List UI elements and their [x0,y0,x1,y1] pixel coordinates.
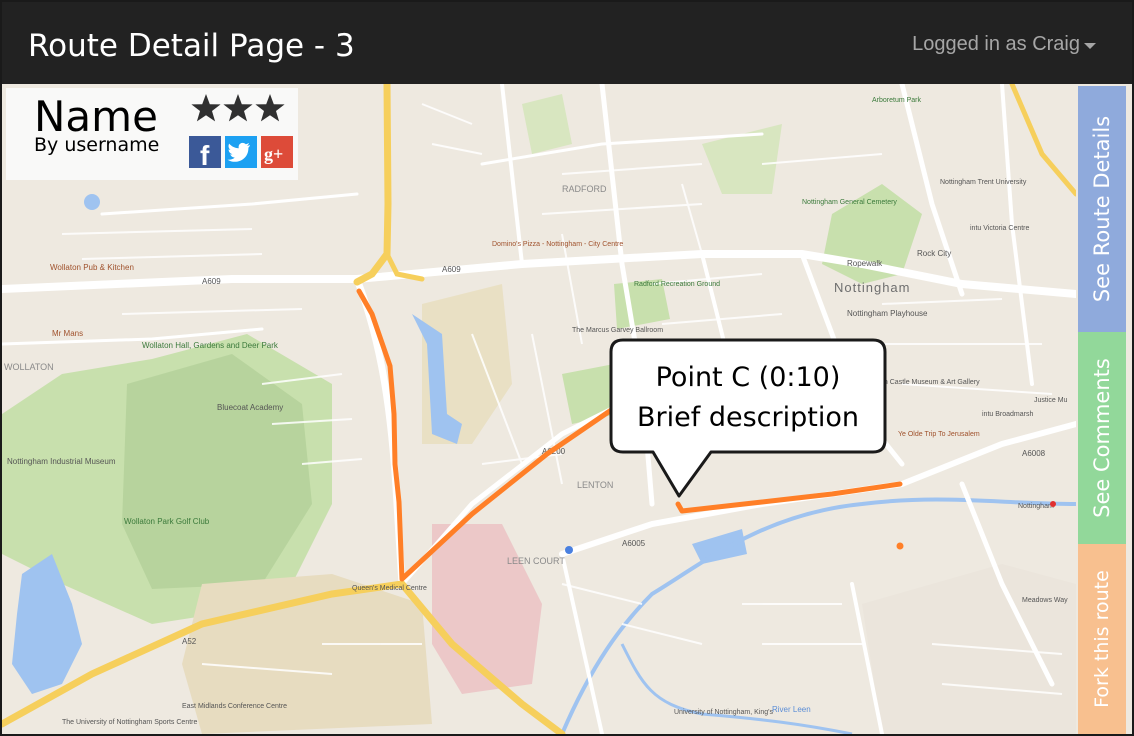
rating-stars [191,94,285,122]
map-label-arboretum: Arboretum Park [872,97,922,104]
map-label-radford-ground: Radford Recreation Ground [634,281,720,288]
fork-route-button[interactable]: Fork this route [1078,544,1126,734]
facebook-icon[interactable]: f [189,136,221,171]
map-label-kings: University of Nottingham, King's [674,709,773,716]
map-label-trip: Ye Olde Trip To Jerusalem [898,431,980,438]
map-label-victoria-centre: intu Victoria Centre [970,225,1030,232]
map-label-a609-east: A609 [442,265,461,274]
map-label-queens-medical: Queen's Medical Centre [352,585,427,592]
map-label-sports-centre: The University of Nottingham Sports Cent… [62,719,197,726]
callout-description: Brief description [637,402,859,433]
map-label-leen-court: LEEN COURT [507,556,565,566]
callout-text: Point C (0:10) Brief description [609,358,887,438]
map-label-lenton: LENTON [577,480,613,490]
map-label-east-midlands: East Midlands Conference Centre [182,703,287,710]
map-label-broadmarsh: intu Broadmarsh [982,411,1033,418]
chevron-down-icon[interactable] [1084,43,1096,49]
map-label-nottingham: Nottingham [834,280,910,295]
map-label-golf: Wollaton Park Golf Club [124,517,210,526]
map-label-meadows-way: Meadows Way [1022,597,1068,604]
poi-marker [565,546,573,554]
map-label-rock-city: Rock City [917,249,951,258]
tab-comments-label: See Comments [1090,358,1114,518]
route-map[interactable]: Nottingham RADFORD LENTON LEEN COURT WOL… [2,84,1076,734]
map-label-bluecoat: Bluecoat Academy [217,403,283,412]
google-plus-icon[interactable]: g+ [261,136,293,168]
twitter-icon[interactable] [225,136,257,168]
map-label-wollaton: WOLLATON [4,362,54,372]
user-menu[interactable]: Logged in as Craig [912,33,1080,56]
app-frame: Nottingham RADFORD LENTON LEEN COURT WOL… [0,0,1134,736]
map-label-mr-mans: Mr Mans [52,329,83,338]
tab-route-details-label: See Route Details [1090,115,1114,303]
callout-title: Point C (0:10) [655,362,841,393]
map-label-nottingham-station: Nottingham [1018,503,1054,510]
map-label-dominos: Domino's Pizza - Nottingham - City Centr… [492,241,623,248]
map-label-wollaton-hall: Wollaton Hall, Gardens and Deer Park [142,341,279,350]
map-label-a6008: A6008 [1022,449,1046,458]
map-label-industrial-museum: Nottingham Industrial Museum [7,457,116,466]
map-label-justice: Justice Mu [1034,397,1068,404]
map-label-river-leen: River Leen [772,705,811,714]
map-label-a52: A52 [182,637,197,646]
map-label-trent-university: Nottingham Trent University [940,179,1027,186]
top-navbar: Route Detail Page - 3 Logged in as Craig [2,2,1132,84]
map-label-marcus-garvey: The Marcus Garvey Ballroom [572,327,663,334]
map-label-wollaton-pub: Wollaton Pub & Kitchen [50,263,134,272]
svg-text:f: f [200,140,210,169]
tab-comments[interactable]: See Comments [1078,332,1126,544]
tab-route-details[interactable]: See Route Details [1078,86,1126,332]
map-label-ropewalk: Ropewalk [847,259,883,268]
route-author: By username [34,134,160,156]
map-label-radford: RADFORD [562,184,607,194]
route-info-panel: Name By username f g+ [6,88,298,180]
share-buttons: f g+ [189,135,297,174]
star-icon [255,94,285,122]
svg-text:g+: g+ [264,144,283,164]
star-icon [191,94,221,122]
star-icon [223,94,253,122]
map-label-playhouse: Nottingham Playhouse [847,309,928,318]
poi-marker-orange [896,542,904,550]
map-label-general-cemetery: Nottingham General Cemetery [802,199,897,206]
map-label-a6005: A6005 [622,539,646,548]
map-label-a609: A609 [202,277,221,286]
page-title: Route Detail Page - 3 [28,28,355,64]
fork-route-label: Fork this route [1091,570,1113,708]
